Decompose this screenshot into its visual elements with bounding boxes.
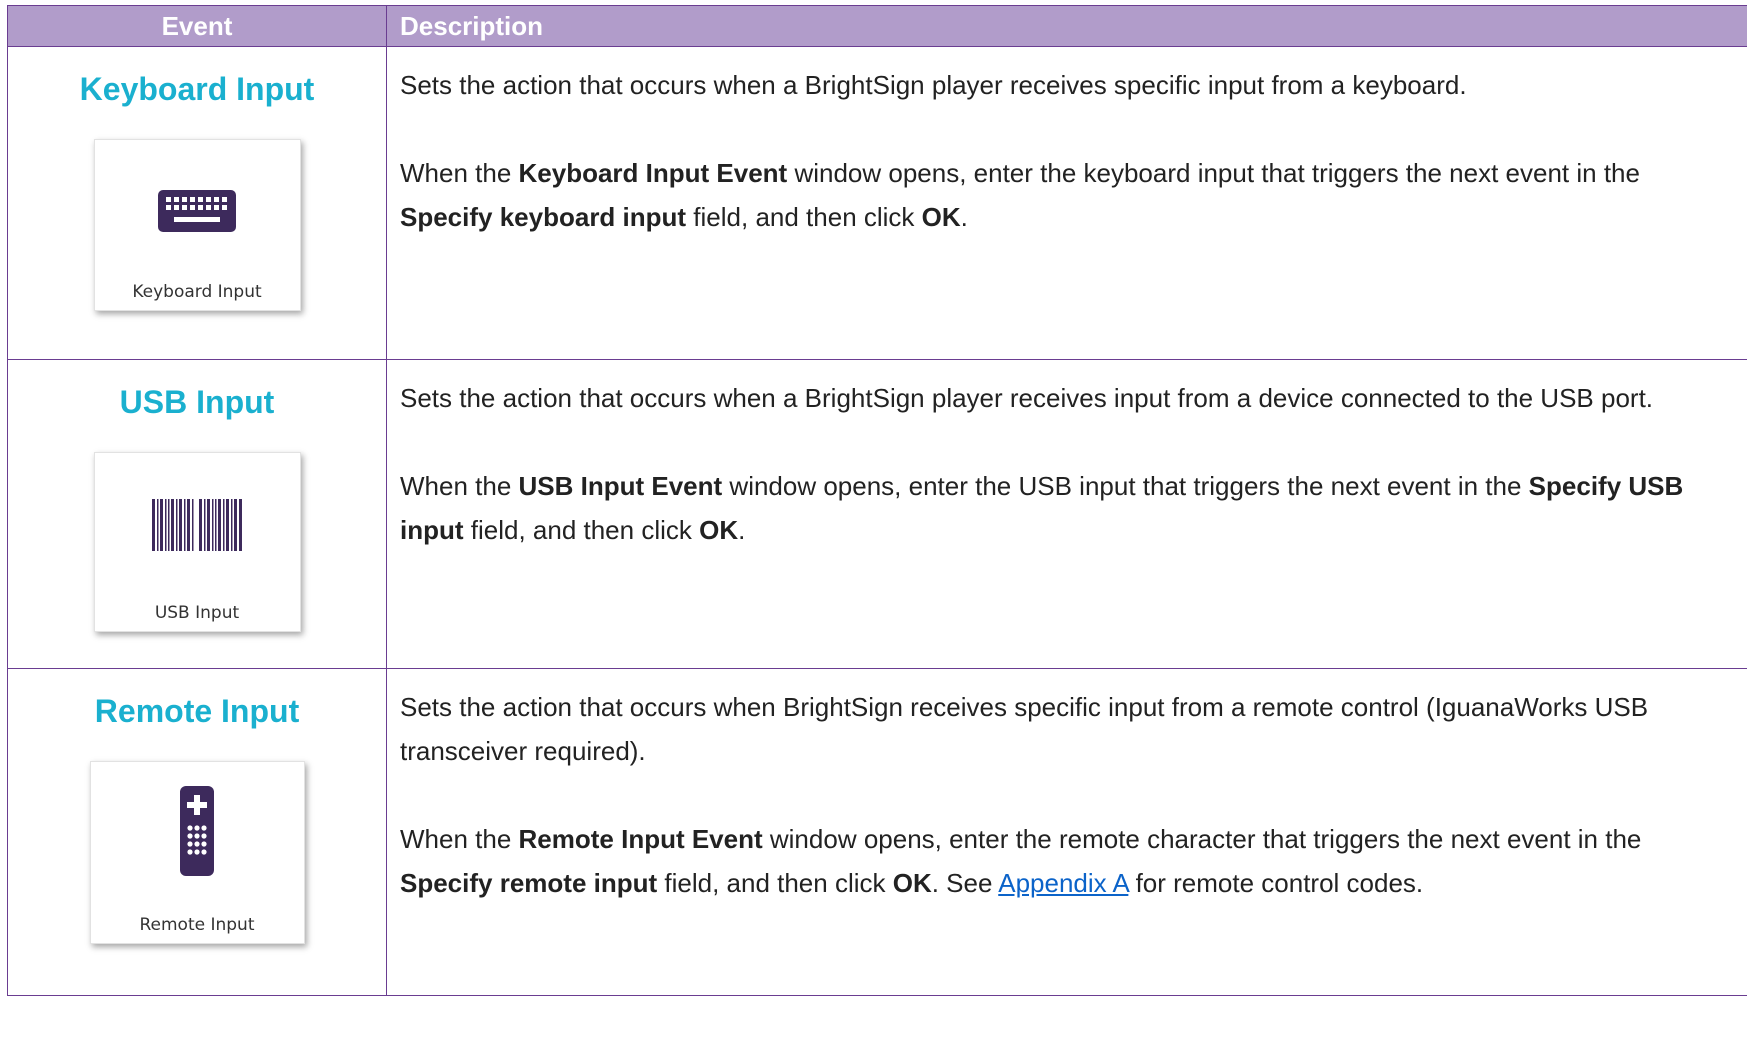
keyboard-icon xyxy=(158,190,236,232)
event-title: USB Input xyxy=(119,384,275,420)
event-cell: USB Input USB Input xyxy=(7,359,387,669)
table-row: USB Input USB Input Sets the action that… xyxy=(7,359,1747,669)
appendix-a-link[interactable]: Appendix A xyxy=(998,868,1128,898)
tile-label: USB Input xyxy=(154,603,240,623)
event-tile: Keyboard Input xyxy=(93,139,301,311)
description-paragraph: Sets the action that occurs when a Brigh… xyxy=(400,383,1654,413)
event-cell: Remote Input Remote Input xyxy=(7,668,387,996)
event-title: Remote Input xyxy=(94,693,300,729)
description-paragraph: Sets the action that occurs when a Brigh… xyxy=(400,70,1467,100)
description-cell: Sets the action that occurs when a Brigh… xyxy=(386,359,1747,669)
event-tile: USB Input xyxy=(93,452,301,632)
event-title: Keyboard Input xyxy=(79,71,315,107)
table-row: Remote Input Remote Input Sets the actio… xyxy=(7,668,1747,996)
description-paragraph: Sets the action that occurs when BrightS… xyxy=(400,692,1649,766)
barcode-icon xyxy=(152,499,242,551)
header-row: Event Description xyxy=(7,5,1747,47)
description-cell: Sets the action that occurs when BrightS… xyxy=(386,668,1747,996)
header-event: Event xyxy=(7,5,387,47)
event-cell: Keyboard Input Keyboard Input xyxy=(7,46,387,360)
header-description: Description xyxy=(386,5,1747,47)
events-table: Event Description Keyboard Input Keyboar… xyxy=(7,5,1747,996)
description-paragraph: When the Keyboard Input Event window ope… xyxy=(400,158,1640,232)
description-paragraph: When the Remote Input Event window opens… xyxy=(400,824,1642,898)
table-row: Keyboard Input Keyboard Input Sets the a… xyxy=(7,46,1747,360)
description-paragraph: When the USB Input Event window opens, e… xyxy=(400,471,1684,545)
description-cell: Sets the action that occurs when a Brigh… xyxy=(386,46,1747,360)
tile-label: Keyboard Input xyxy=(132,282,262,302)
event-tile: Remote Input xyxy=(89,761,305,944)
tile-label: Remote Input xyxy=(139,915,255,935)
remote-control-icon xyxy=(180,786,214,876)
